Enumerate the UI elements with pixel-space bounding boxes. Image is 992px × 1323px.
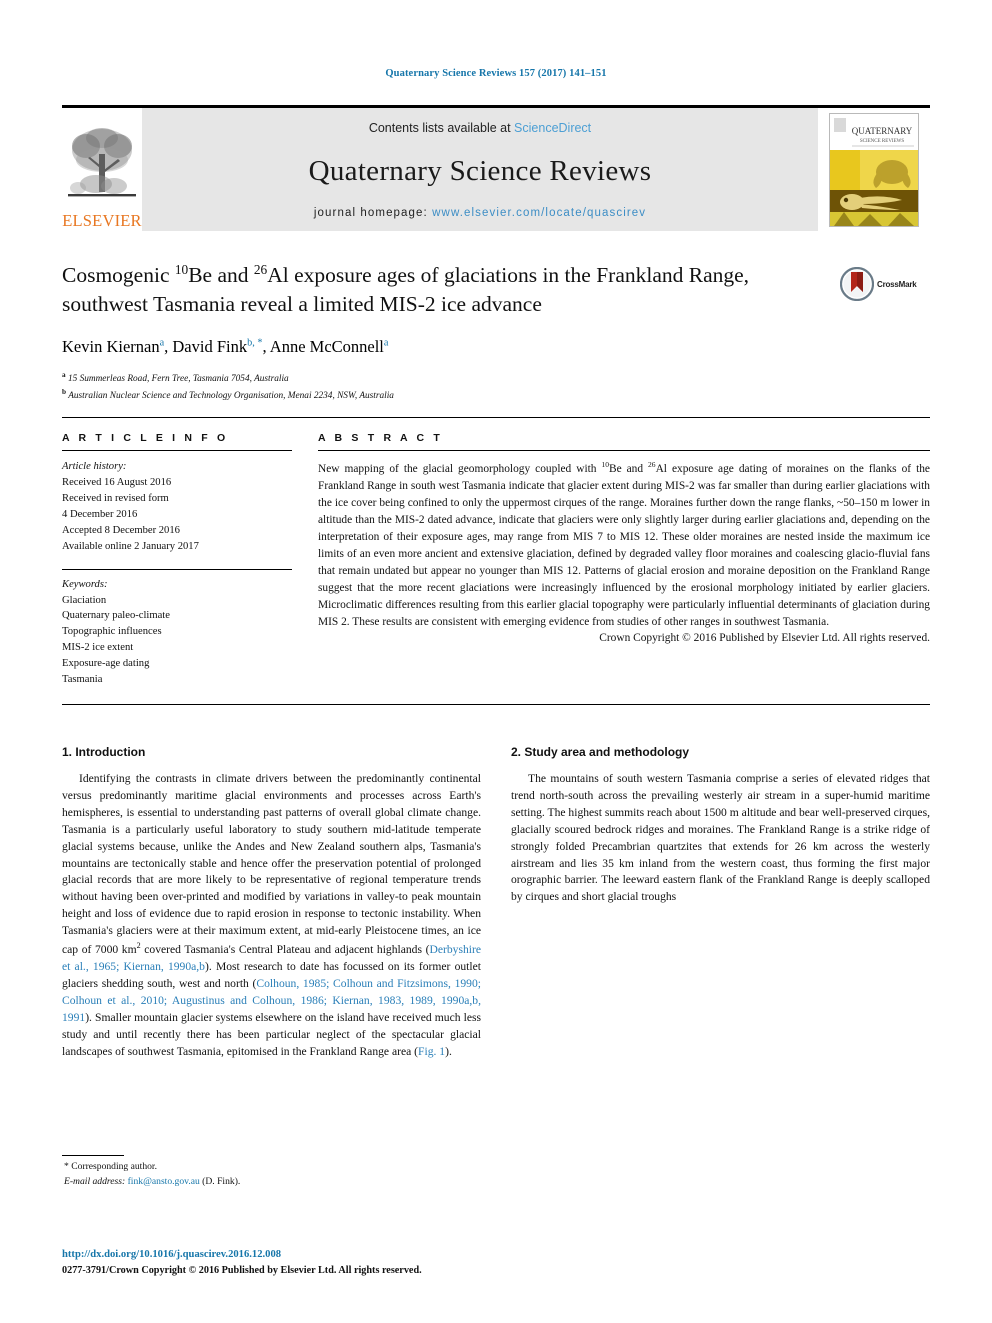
journal-homepage-line: journal homepage: www.elsevier.com/locat… — [314, 207, 646, 219]
title-block: Cosmogenic 10Be and 26Al exposure ages o… — [62, 261, 930, 403]
cover-image: QUATERNARY SCIENCE REVIEWS — [829, 112, 919, 227]
crossmark-label: CrossMark — [877, 279, 917, 289]
history-item: Accepted 8 December 2016 — [62, 524, 180, 536]
email-line: E-mail address: fink@ansto.gov.au (D. Fi… — [62, 1175, 462, 1190]
sciencedirect-link[interactable]: ScienceDirect — [514, 121, 591, 135]
masthead-center: Contents lists available at ScienceDirec… — [142, 108, 818, 231]
svg-text:QUATERNARY: QUATERNARY — [852, 126, 913, 136]
author-1-affil-marker[interactable]: a — [160, 337, 165, 348]
abstract-segment-2: Be and — [608, 463, 649, 476]
author-2[interactable]: David Fink — [172, 337, 247, 356]
abstract-superscript-al: 26 — [648, 460, 656, 470]
history-item: Received in revised form — [62, 493, 169, 505]
intro-text-a: Identifying the contrasts in climate dri… — [62, 771, 481, 956]
article-info-rule — [62, 450, 292, 452]
title-segment-2: Be and — [188, 263, 254, 288]
section-heading-study-area: 2. Study area and methodology — [511, 744, 690, 759]
title-superscript-al: 26 — [253, 262, 268, 277]
corresponding-author-line: * Corresponding author. — [64, 1161, 157, 1172]
affiliation-a-marker: a — [62, 371, 66, 380]
history-item: Received 16 August 2016 — [62, 477, 172, 489]
title-superscript-be: 10 — [174, 262, 189, 277]
study-area-paragraph: The mountains of south western Tasmania … — [511, 771, 930, 904]
page-footer: http://dx.doi.org/10.1016/j.quascirev.20… — [62, 1247, 492, 1278]
email-suffix: (D. Fink). — [199, 1175, 241, 1187]
affiliation-b: b Australian Nuclear Science and Technol… — [62, 387, 828, 404]
journal-title: Quaternary Science Reviews — [308, 154, 652, 187]
corresponding-author-footnote: * Corresponding author. E-mail address: … — [62, 1155, 462, 1190]
elsevier-tree-icon — [68, 127, 136, 196]
abstract-segment-1: New mapping of the glacial geomorphology… — [318, 463, 602, 476]
title-segment-1: Cosmogenic — [62, 263, 175, 288]
section-heading-introduction: 1. Introduction — [62, 744, 146, 759]
running-head: Quaternary Science Reviews 157 (2017) 14… — [385, 68, 607, 79]
abstract-section-divider — [62, 703, 930, 705]
abstract-rule — [318, 450, 930, 452]
article-info-column: A R T I C L E I N F O Article history: R… — [62, 432, 292, 688]
keyword-item: Exposure-age dating — [62, 658, 150, 670]
author-1[interactable]: Kevin Kiernan — [62, 337, 160, 356]
abstract-segment-3: Al exposure age dating of moraines on th… — [318, 463, 930, 628]
cover-artwork-icon: QUATERNARY SCIENCE REVIEWS — [830, 113, 918, 226]
author-3-affil-marker[interactable]: a — [384, 337, 389, 348]
elsevier-wordmark: ELSEVIER — [62, 210, 142, 230]
homepage-prefix: journal homepage: — [313, 207, 433, 219]
email-link[interactable]: fink@ansto.gov.au — [128, 1176, 200, 1187]
journal-cover-thumbnail[interactable]: QUATERNARY SCIENCE REVIEWS — [818, 108, 930, 231]
author-3[interactable]: Anne McConnell — [270, 337, 384, 356]
abstract-text: New mapping of the glacial geomorphology… — [318, 459, 930, 631]
contents-prefix: Contents lists available at — [368, 121, 515, 135]
affiliation-b-marker: b — [62, 387, 67, 396]
page-title: Cosmogenic 10Be and 26Al exposure ages o… — [62, 261, 762, 318]
abstract-column: A B S T R A C T New mapping of the glaci… — [318, 432, 930, 688]
history-item: 4 December 2016 — [62, 509, 138, 521]
body-columns: 1. Introduction Identifying the contrast… — [62, 745, 930, 1061]
article-page: Quaternary Science Reviews 157 (2017) 14… — [0, 0, 992, 1323]
author-list: Kevin Kiernana, David Finkb, *, Anne McC… — [62, 336, 389, 356]
affiliation-b-text: Australian Nuclear Science and Technolog… — [68, 390, 394, 401]
issn-copyright: 0277-3791/Crown Copyright © 2016 Publish… — [62, 1264, 422, 1276]
keyword-item: MIS-2 ice extent — [62, 642, 134, 654]
title-main: Cosmogenic 10Be and 26Al exposure ages o… — [62, 261, 840, 403]
contents-available-line: Contents lists available at ScienceDirec… — [369, 121, 591, 135]
svg-text:SCIENCE REVIEWS: SCIENCE REVIEWS — [860, 139, 905, 144]
keyword-item: Glaciation — [62, 594, 107, 606]
info-abstract-section: A R T I C L E I N F O Article history: R… — [62, 432, 930, 688]
doi-link[interactable]: http://dx.doi.org/10.1016/j.quascirev.20… — [62, 1249, 281, 1260]
crossmark-badge[interactable]: CrossMark — [840, 261, 930, 301]
keywords-block: Keywords: Glaciation Quaternary paleo-cl… — [62, 568, 292, 688]
intro-paragraph: Identifying the contrasts in climate dri… — [62, 771, 481, 1061]
keywords-label: Keywords: — [62, 578, 108, 590]
article-info-heading: A R T I C L E I N F O — [62, 432, 229, 445]
journal-masthead: ELSEVIER Contents lists available at Sci… — [62, 105, 930, 231]
article-history-block: Article history: Received 16 August 2016… — [62, 459, 292, 554]
keyword-item: Topographic influences — [62, 626, 162, 638]
crossmark-icon[interactable] — [840, 267, 874, 301]
elsevier-logo: ELSEVIER — [62, 108, 142, 231]
article-history-label: Article history: — [62, 461, 127, 473]
title-section-divider — [62, 417, 930, 419]
affiliation-a: a 15 Summerleas Road, Fern Tree, Tasmani… — [62, 370, 828, 387]
keyword-item: Quaternary paleo-climate — [62, 610, 170, 622]
history-item: Available online 2 January 2017 — [62, 540, 199, 552]
author-2-affil-marker[interactable]: b, * — [247, 337, 262, 348]
journal-homepage-link[interactable]: www.elsevier.com/locate/quascirev — [432, 207, 646, 219]
abstract-heading: A B S T R A C T — [318, 432, 443, 445]
abstract-copyright: Crown Copyright © 2016 Published by Else… — [599, 631, 930, 644]
intro-text-b: covered Tasmania's Central Plateau and a… — [140, 943, 430, 956]
affiliation-a-text: 15 Summerleas Road, Fern Tree, Tasmania … — [67, 374, 289, 385]
footnote-divider — [62, 1155, 124, 1156]
abstract-superscript-be: 10 — [601, 460, 609, 470]
body-column-right: 2. Study area and methodology The mounta… — [511, 745, 930, 1061]
figure-link-fig1[interactable]: Fig. 1 — [418, 1045, 445, 1058]
email-label: E-mail address: — [64, 1175, 126, 1187]
body-column-left: 1. Introduction Identifying the contrast… — [62, 745, 481, 1061]
keyword-item: Tasmania — [62, 674, 103, 686]
intro-text-e: ). — [445, 1044, 452, 1058]
